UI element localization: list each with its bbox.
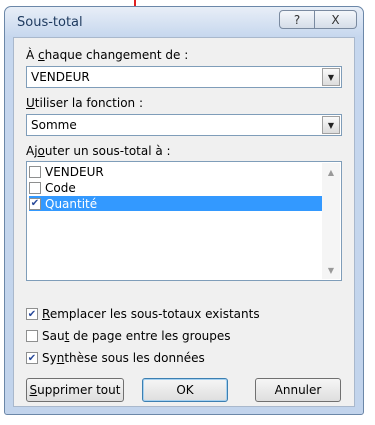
checkbox[interactable] (29, 165, 41, 178)
subtotal-field-list[interactable]: VENDEUR Code ✔ Quantité ▲ ▼ (26, 161, 342, 281)
function-label: Utiliser la fonction : (26, 96, 144, 110)
checkbox[interactable] (26, 330, 38, 342)
summary-below-option[interactable]: ✔ Synthèse sous les données (26, 350, 205, 366)
function-value: Somme (31, 118, 77, 132)
page-break-option[interactable]: Saut de page entre les groupes (26, 328, 231, 344)
close-button[interactable]: X (315, 10, 357, 29)
scroll-up-icon[interactable]: ▲ (322, 163, 340, 181)
remove-all-button[interactable]: Supprimer tout (26, 378, 124, 402)
title-bar: Sous-total ? X (5, 7, 363, 37)
help-icon: ? (293, 12, 301, 27)
title-buttons: ? X (279, 10, 357, 30)
chevron-down-icon[interactable]: ▼ (322, 68, 340, 86)
group-by-value: VENDEUR (31, 70, 90, 84)
checkbox-checked[interactable]: ✔ (29, 197, 41, 210)
chevron-down-icon[interactable]: ▼ (322, 116, 340, 134)
help-button[interactable]: ? (279, 10, 315, 29)
checkbox-checked[interactable]: ✔ (26, 308, 38, 320)
ok-button[interactable]: OK (142, 378, 228, 402)
group-by-select[interactable]: VENDEUR ▼ (26, 66, 342, 88)
list-item[interactable]: VENDEUR (29, 164, 322, 179)
window-title: Sous-total (17, 15, 83, 30)
subtotal-dialog: Sous-total ? X À chaque changement de : … (4, 6, 364, 415)
close-icon: X (331, 12, 340, 27)
checkbox-checked[interactable]: ✔ (26, 352, 38, 364)
dialog-content: À chaque changement de : VENDEUR ▼ Utili… (13, 37, 355, 407)
replace-subtotals-option[interactable]: ✔ Remplacer les sous-totaux existants (26, 306, 260, 322)
list-item[interactable]: ✔ Quantité (29, 196, 322, 211)
list-item[interactable]: Code (29, 180, 322, 195)
function-select[interactable]: Somme ▼ (26, 114, 342, 136)
cancel-button[interactable]: Annuler (255, 378, 341, 402)
checkbox[interactable] (29, 181, 41, 194)
scroll-down-icon[interactable]: ▼ (322, 261, 340, 279)
subtotal-label: Ajouter un sous-total à : (26, 144, 171, 158)
group-by-label: À chaque changement de : (26, 48, 189, 62)
list-scrollbar[interactable]: ▲ ▼ (322, 163, 340, 279)
